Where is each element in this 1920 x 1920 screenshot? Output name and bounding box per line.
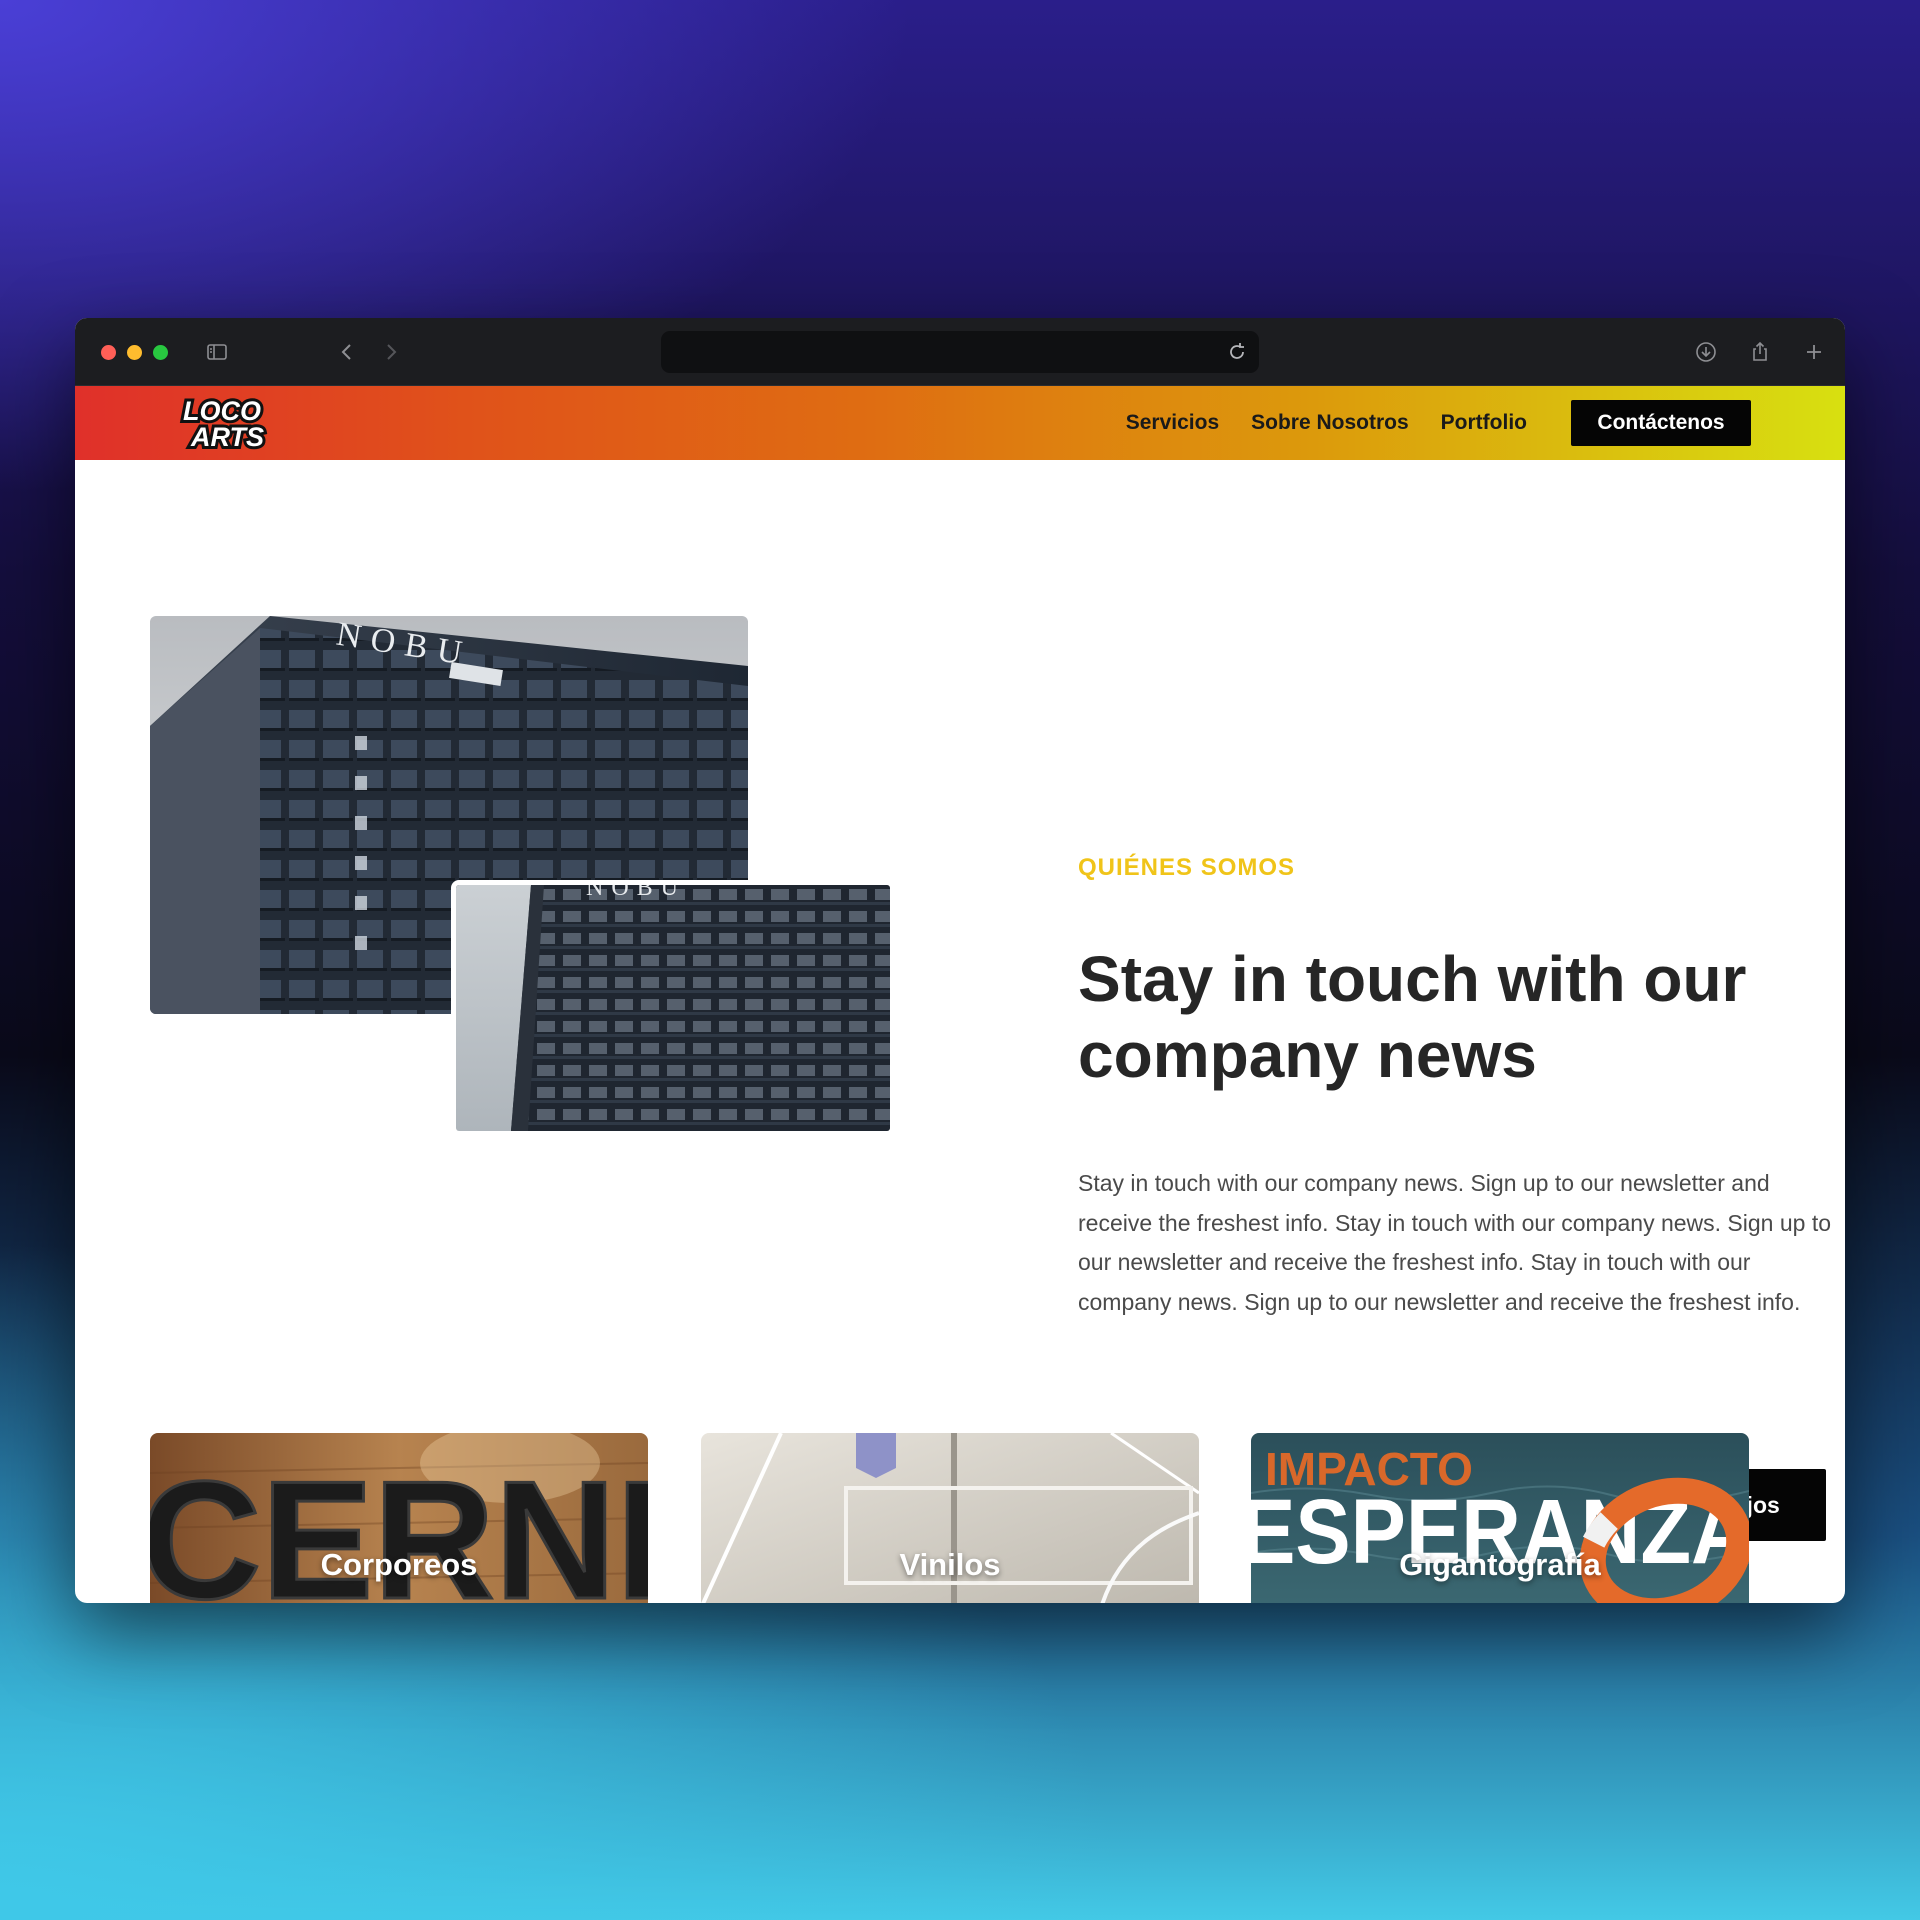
reload-icon[interactable] xyxy=(1225,340,1249,364)
new-tab-icon[interactable] xyxy=(1800,338,1828,366)
loco-arts-logo[interactable]: LOCO LOCO ARTS ARTS xyxy=(177,392,299,454)
zoom-window-button[interactable] xyxy=(153,345,168,360)
back-arrow-icon[interactable] xyxy=(333,338,361,366)
section-eyebrow: QUIÉNES SOMOS xyxy=(1078,854,1296,881)
service-card-vinilos[interactable]: Vinilos xyxy=(701,1433,1199,1603)
main-nav: Servicios Sobre Nosotros Portfolio xyxy=(1126,386,1527,460)
building-photo-secondary: NOBU xyxy=(451,880,895,1136)
share-icon[interactable] xyxy=(1746,338,1774,366)
nav-link-servicios[interactable]: Servicios xyxy=(1126,411,1219,435)
browser-window: LOCO LOCO ARTS ARTS Servicios Sobre Noso… xyxy=(75,318,1845,1603)
service-card-corporeos[interactable]: CERNE Corporeos xyxy=(150,1433,648,1603)
service-card-gigantografia[interactable]: IMPACTO ESPERANZA Gigantografía xyxy=(1251,1433,1749,1603)
svg-text:ARTS: ARTS xyxy=(190,422,264,452)
nav-link-portfolio[interactable]: Portfolio xyxy=(1441,411,1527,435)
service-card-label: Vinilos xyxy=(899,1547,1001,1582)
nav-link-sobre-nosotros[interactable]: Sobre Nosotros xyxy=(1251,411,1409,435)
page-title: Stay in touch with our company news xyxy=(1078,943,1747,1091)
address-bar[interactable] xyxy=(661,331,1259,373)
forward-arrow-icon[interactable] xyxy=(377,338,405,366)
sidebar-toggle-icon[interactable] xyxy=(203,338,231,366)
about-description: Stay in touch with our company news. Sig… xyxy=(1078,1170,1832,1315)
service-card-label: Corporeos xyxy=(320,1547,478,1582)
site-header: LOCO LOCO ARTS ARTS Servicios Sobre Noso… xyxy=(75,386,1845,460)
download-icon[interactable] xyxy=(1692,338,1720,366)
building-sign-text-secondary: NOBU xyxy=(586,885,686,901)
contact-button[interactable]: Contáctenos xyxy=(1571,400,1751,446)
browser-toolbar xyxy=(75,318,1845,386)
close-window-button[interactable] xyxy=(101,345,116,360)
minimize-window-button[interactable] xyxy=(127,345,142,360)
service-card-label: Gigantografía xyxy=(1399,1547,1601,1582)
